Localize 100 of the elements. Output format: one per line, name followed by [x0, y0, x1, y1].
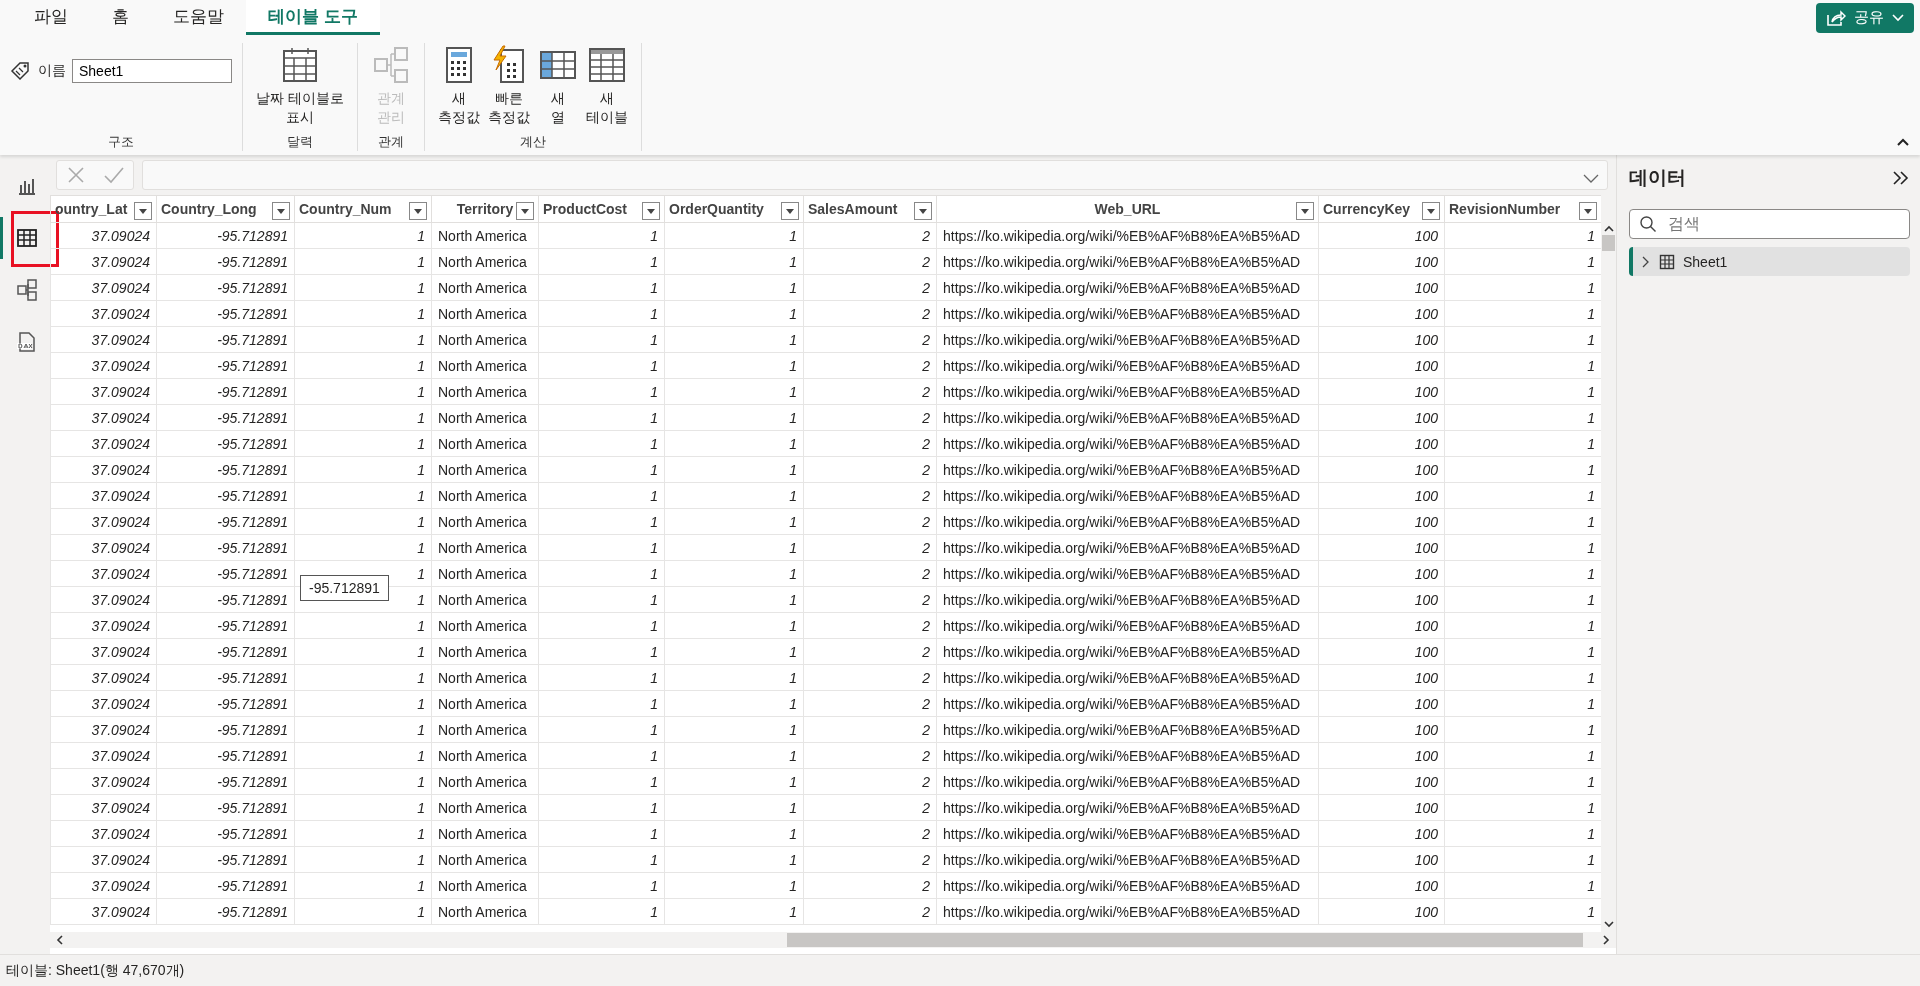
table-cell: 1 — [417, 825, 425, 842]
table-cell: 1 — [417, 877, 425, 894]
table-cell: 37.09024 — [91, 695, 150, 712]
table-cell: 100 — [1414, 383, 1438, 400]
horizontal-scrollbar[interactable] — [50, 932, 1616, 948]
table-cell: North America — [438, 799, 527, 816]
table-cell: 1 — [789, 305, 797, 322]
table-cell: https://ko.wikipedia.org/wiki/%EB%AF%B8%EA%B5%AD — [943, 383, 1301, 400]
table-cell: -95.712891 — [217, 617, 288, 634]
document-icon — [15, 331, 38, 353]
filter-button[interactable] — [409, 202, 427, 220]
table-cell: 1 — [1587, 461, 1595, 478]
column-header[interactable]: Web_URL — [1094, 201, 1161, 217]
table-cell: 1 — [650, 227, 658, 244]
table-cell: 1 — [650, 591, 658, 608]
table-cell: 2 — [922, 487, 930, 504]
table-cell: 1 — [650, 643, 658, 660]
scroll-right-icon[interactable] — [1602, 935, 1610, 945]
table-cell: 37.09024 — [91, 435, 150, 452]
table-cell: -95.712891 — [217, 305, 288, 322]
table-cell: 2 — [922, 851, 930, 868]
table-cell: 1 — [1587, 565, 1595, 582]
table-cell: North America — [438, 825, 527, 842]
table-cell: https://ko.wikipedia.org/wiki/%EB%AF%B8%EA%B5%AD — [943, 357, 1301, 374]
table-cell: 1 — [789, 695, 797, 712]
scroll-up-icon[interactable] — [1603, 225, 1614, 233]
table-cell: https://ko.wikipedia.org/wiki/%EB%AF%B8%EA%B5%AD — [943, 409, 1301, 426]
table-cell: North America — [438, 669, 527, 686]
table-cell: 1 — [417, 773, 425, 790]
table-cell: 1 — [417, 409, 425, 426]
scroll-thumb[interactable] — [1602, 235, 1615, 251]
table-cell: 1 — [650, 279, 658, 296]
table-cell: -95.712891 — [217, 695, 288, 712]
formula-field[interactable] — [142, 160, 1608, 190]
table-cell: 1 — [1587, 383, 1595, 400]
table-cell: 1 — [789, 357, 797, 374]
table-cell: -95.712891 — [217, 487, 288, 504]
collapse-icon[interactable] — [1896, 137, 1910, 147]
table-cell: North America — [438, 331, 527, 348]
table-cell: 1 — [789, 539, 797, 556]
table-cell: 1 — [789, 565, 797, 582]
table-cell: North America — [438, 773, 527, 790]
table-cell: 1 — [650, 513, 658, 530]
filter-button[interactable] — [272, 202, 290, 220]
scroll-thumb[interactable] — [787, 933, 1583, 947]
table-cell: 1 — [1587, 747, 1595, 764]
table-cell: -95.712891 — [217, 565, 288, 582]
tree-item[interactable]: Sheet1 — [1629, 247, 1910, 276]
table-cell: 37.09024 — [91, 851, 150, 868]
table-cell: https://ko.wikipedia.org/wiki/%EB%AF%B8%EA%B5%AD — [943, 643, 1301, 660]
filter-button[interactable] — [516, 202, 534, 220]
table-cell: 37.09024 — [91, 825, 150, 842]
table-cell: 1 — [650, 539, 658, 556]
table-cell: https://ko.wikipedia.org/wiki/%EB%AF%B8%EA%B5%AD — [943, 591, 1301, 608]
table-cell: -95.712891 — [217, 591, 288, 608]
table-cell: https://ko.wikipedia.org/wiki/%EB%AF%B8%EA%B5%AD — [943, 669, 1301, 686]
name-field[interactable]: Sheet1 — [72, 59, 232, 83]
table-cell: 100 — [1414, 331, 1438, 348]
table-cell: 2 — [922, 539, 930, 556]
scroll-down-icon[interactable] — [1603, 920, 1614, 928]
table-cell: 1 — [789, 409, 797, 426]
table-cell: https://ko.wikipedia.org/wiki/%EB%AF%B8%EA%B5%AD — [943, 695, 1301, 712]
scroll-left-icon[interactable] — [56, 935, 64, 945]
table-cell: -95.712891 — [217, 357, 288, 374]
caret-icon — [785, 207, 795, 215]
share-button[interactable]: 공유 — [1816, 2, 1914, 33]
search-field[interactable]: 검색 — [1629, 209, 1910, 239]
filter-button[interactable] — [134, 202, 152, 220]
ribbon-button[interactable]: 새 테이블 — [582, 43, 631, 129]
filter-button[interactable] — [1579, 202, 1597, 220]
filter-button[interactable] — [642, 202, 660, 220]
ribbon-tab[interactable]: 파일 — [12, 0, 90, 35]
ribbon-button[interactable]: 새 측정값 — [434, 43, 483, 129]
table-cell: 100 — [1414, 643, 1438, 660]
table-cell: -95.712891 — [217, 669, 288, 686]
table-cell: 2 — [922, 773, 930, 790]
table-cell: 37.09024 — [91, 487, 150, 504]
table-cell: 37.09024 — [91, 409, 150, 426]
table-cell: 1 — [650, 253, 658, 270]
table-cell: 2 — [922, 383, 930, 400]
ribbon-button[interactable]: 새 열 — [534, 43, 581, 129]
table-cell: https://ko.wikipedia.org/wiki/%EB%AF%B8%EA%B5%AD — [943, 617, 1301, 634]
filter-button[interactable] — [781, 202, 799, 220]
table-cell: 37.09024 — [91, 331, 150, 348]
check-icon[interactable] — [102, 165, 125, 185]
ribbon-button[interactable]: 빠른 측정값 — [484, 43, 533, 129]
table-cell: 100 — [1414, 773, 1438, 790]
group-label: 관계 — [377, 133, 404, 151]
table-cell: 1 — [789, 331, 797, 348]
ribbon-tab[interactable]: 도움말 — [151, 0, 246, 35]
ribbon-tab[interactable]: 홈 — [90, 0, 151, 35]
table-cell: 1 — [417, 669, 425, 686]
filter-button[interactable] — [1422, 202, 1440, 220]
filter-button[interactable] — [914, 202, 932, 220]
ribbon-button[interactable]: 날짜 테이블로 표시 — [253, 43, 347, 129]
table-cell: 37.09024 — [91, 617, 150, 634]
filter-button[interactable] — [1296, 202, 1314, 220]
ribbon-tab[interactable]: 테이블 도구 — [246, 0, 380, 35]
table-cell: 100 — [1414, 539, 1438, 556]
expand-pane-icon[interactable] — [1892, 170, 1910, 186]
